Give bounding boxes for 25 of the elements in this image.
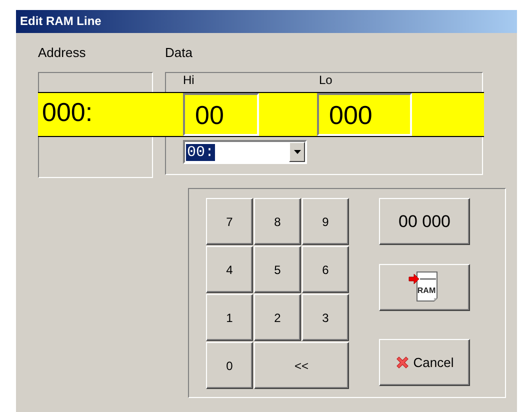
digit-key[interactable]: 7 [206,198,253,245]
digit-key[interactable]: 5 [254,246,301,293]
window-title: Edit RAM Line [16,10,517,33]
lo-label: Lo [319,73,332,89]
data-label: Data [165,45,194,62]
write-ram-button[interactable]: RAM [379,264,470,311]
digit-key[interactable]: 9 [302,198,349,245]
hi-label: Hi [183,73,196,89]
address-label: Address [38,45,87,62]
hi-field[interactable]: 00 [183,93,259,136]
digit-key[interactable]: 8 [254,198,301,245]
digit-key[interactable]: 4 [206,246,253,293]
dropdown-value: 00: [186,144,216,160]
digit-key[interactable]: 2 [254,294,301,341]
close-icon [395,355,410,370]
backspace-button[interactable]: << [254,342,349,389]
digit-key[interactable]: 3 [302,294,349,341]
address-dropdown[interactable]: 00: [183,140,307,164]
lo-field[interactable]: 000 [317,93,412,136]
digit-key[interactable]: 1 [206,294,253,341]
address-value: 000: [41,96,94,129]
cancel-button[interactable]: Cancel [379,339,470,386]
digit-key[interactable]: 0 [206,342,253,389]
digit-key[interactable]: 6 [302,246,349,293]
value-button[interactable]: 00 000 [379,198,470,245]
